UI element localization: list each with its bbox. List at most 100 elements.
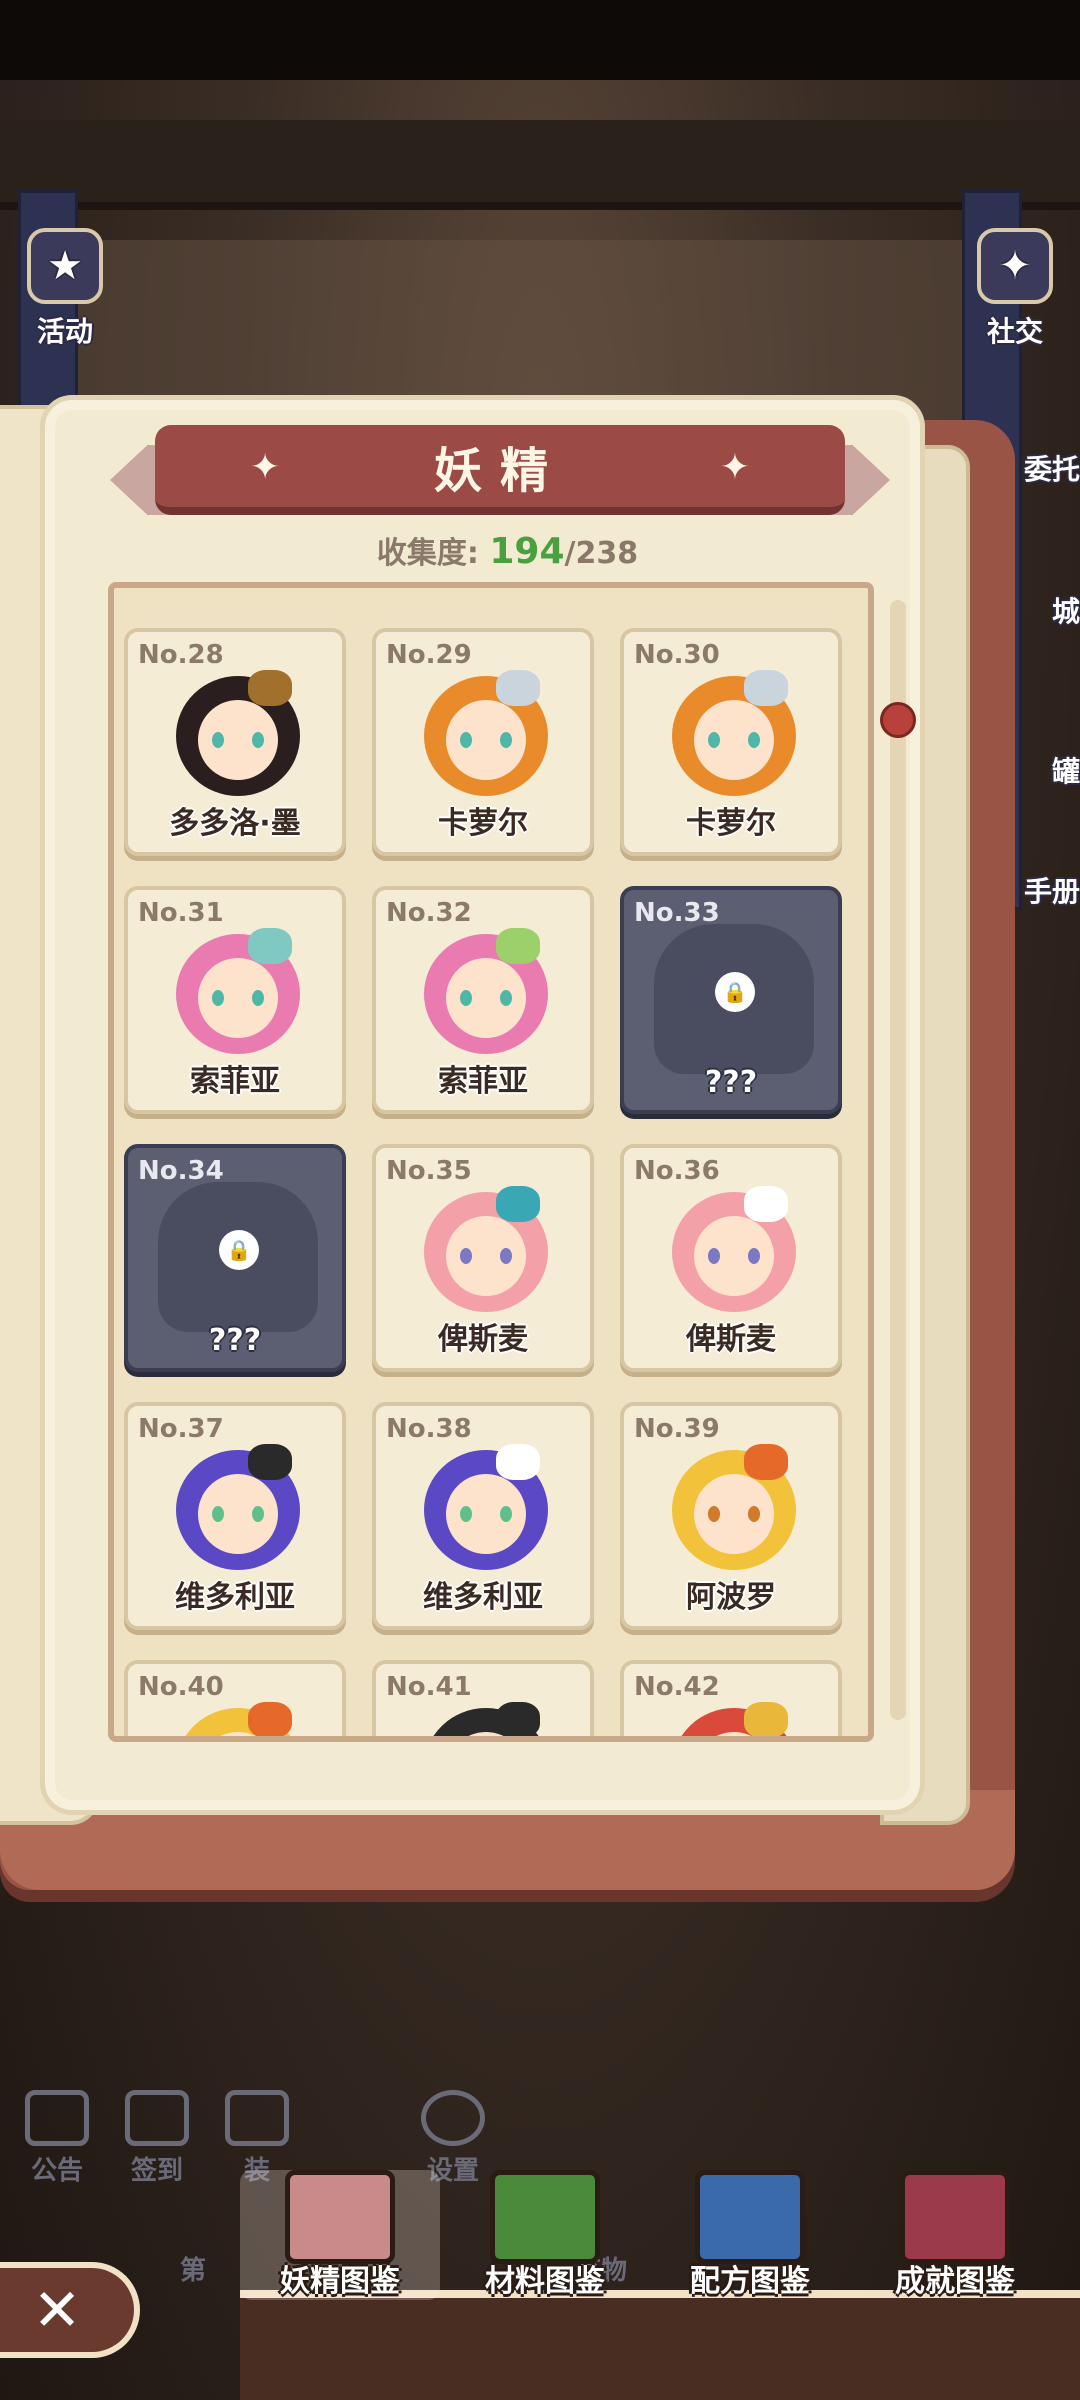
collection-total: /238 [564,536,639,571]
fairy-name: 多多洛·墨 [169,806,301,841]
fairy-portrait [158,1702,318,1736]
fairy-list[interactable]: No.28 多多洛·墨 No.29 卡萝尔 No.30 卡萝尔 No.31 索菲亚 No.32 索… [108,582,874,1742]
fairy-card[interactable]: No.31 索菲亚 [124,886,346,1114]
tab-achievement[interactable]: 成就图鉴 [855,2170,1055,2300]
gear-icon [421,2090,485,2146]
lock-icon: 🔒 [219,1230,259,1270]
book-icon [695,2170,805,2264]
fairy-name: 俾斯麦 [686,1322,776,1357]
fairy-card[interactable]: No.35 俾斯麦 [372,1144,594,1372]
tab-recipe[interactable]: 配方图鉴 [650,2170,850,2300]
calendar-icon [125,2090,189,2146]
fairy-number: No.30 [634,640,720,670]
fairy-portrait [158,928,318,1068]
fairy-number: No.34 [138,1156,224,1186]
fairy-card[interactable]: No.40 [124,1660,346,1736]
fairy-card[interactable]: No.37 维多利亚 [124,1402,346,1630]
fairy-number: No.33 [634,898,720,928]
fairy-number: No.37 [138,1414,224,1444]
fairy-portrait [158,1444,318,1584]
fairy-card[interactable]: No.32 索菲亚 [372,886,594,1114]
star-icon: ✦ [250,447,281,488]
fairy-name: 阿波罗 [686,1580,776,1615]
status-bar [0,0,1080,80]
collection-current: 194 [489,531,565,572]
lock-icon: 🔒 [715,972,755,1012]
collection-label: 收集度: [376,536,479,571]
notice-icon [25,2090,89,2146]
fairy-number: No.38 [386,1414,472,1444]
social-button[interactable]: ✦ 社交 [960,210,1070,350]
fairy-name: 卡萝尔 [438,806,528,841]
book-icon [490,2170,600,2264]
fairy-card[interactable]: No.36 俾斯麦 [620,1144,842,1372]
tab-fairy[interactable]: 妖精图鉴 [240,2170,440,2300]
close-icon: ✕ [32,2276,82,2344]
fairy-portrait [654,1702,814,1736]
fairy-name: 维多利亚 [423,1580,543,1615]
handbook-label[interactable]: 手册 [1024,870,1080,910]
fairy-number: No.32 [386,898,472,928]
fairy-name: 索菲亚 [190,1064,280,1099]
event-icon: ★ [27,228,103,304]
fairy-number: No.39 [634,1414,720,1444]
fairy-name: ??? [704,1065,758,1100]
fairy-portrait [158,670,318,810]
fairy-card[interactable]: 🔒 No.34??? [124,1144,346,1372]
fairy-number: No.28 [138,640,224,670]
fairy-name: 索菲亚 [438,1064,528,1099]
fairy-name: 卡萝尔 [686,806,776,841]
scrollbar-track[interactable] [890,600,906,1720]
fairy-card[interactable]: No.30 卡萝尔 [620,628,842,856]
checkin-label: 签到 [130,2156,183,2186]
fairy-number: No.41 [386,1672,472,1702]
star-icon: ✦ [719,447,750,488]
city-label[interactable]: 城 [1052,590,1080,630]
collection-progress: 收集度: 194/238 [0,528,1015,572]
fairy-card[interactable]: No.39 阿波罗 [620,1402,842,1630]
fairy-portrait [654,670,814,810]
fairy-portrait [654,1186,814,1326]
fairy-name: 俾斯麦 [438,1322,528,1357]
event-label: 活动 [36,315,93,348]
fairy-card[interactable]: No.28 多多洛·墨 [124,628,346,856]
title-ribbon: ✦ 妖精 ✦ [155,425,845,515]
equip-icon [225,2090,289,2146]
social-label: 社交 [986,315,1043,348]
event-button[interactable]: ★ 活动 [10,210,120,350]
fairy-number: No.35 [386,1156,472,1186]
fairy-card[interactable]: No.38 维多利亚 [372,1402,594,1630]
fairy-portrait [406,1186,566,1326]
fairy-card[interactable]: 🔒 No.33??? [620,886,842,1114]
fairy-card[interactable]: No.29 卡萝尔 [372,628,594,856]
fairy-card[interactable]: No.41 [372,1660,594,1736]
close-button[interactable]: ✕ [0,2262,140,2358]
fairy-card[interactable]: No.42 [620,1660,842,1736]
fairy-name: 维多利亚 [175,1580,295,1615]
fairy-number: No.42 [634,1672,720,1702]
fairy-number: No.36 [634,1156,720,1186]
tab-material[interactable]: 材料图鉴 [445,2170,645,2300]
book-icon [285,2170,395,2264]
book-icon [900,2170,1010,2264]
fairy-number: No.31 [138,898,224,928]
fairy-portrait [406,1444,566,1584]
fairy-portrait [406,928,566,1068]
checkin-button[interactable]: 签到 [112,2090,202,2187]
fairy-number: No.40 [138,1672,224,1702]
jar-label[interactable]: 罐 [1052,750,1080,790]
fairy-portrait [654,1444,814,1584]
page-title: 妖精 [433,443,566,499]
tab-bar: 妖精图鉴 材料图鉴 配方图鉴 成就图鉴 [240,2170,1080,2400]
partial-label: 第 [180,2256,207,2286]
fairy-portrait [406,1702,566,1736]
fairy-number: No.29 [386,640,472,670]
background-beam [0,120,1080,210]
notice-label: 公告 [30,2156,83,2186]
social-icon: ✦ [977,228,1053,304]
notice-button[interactable]: 公告 [12,2090,102,2187]
fairy-portrait [406,670,566,810]
fairy-name: ??? [208,1323,262,1358]
commission-label[interactable]: 委托 [1024,448,1080,488]
scrollbar-thumb[interactable] [880,702,916,738]
